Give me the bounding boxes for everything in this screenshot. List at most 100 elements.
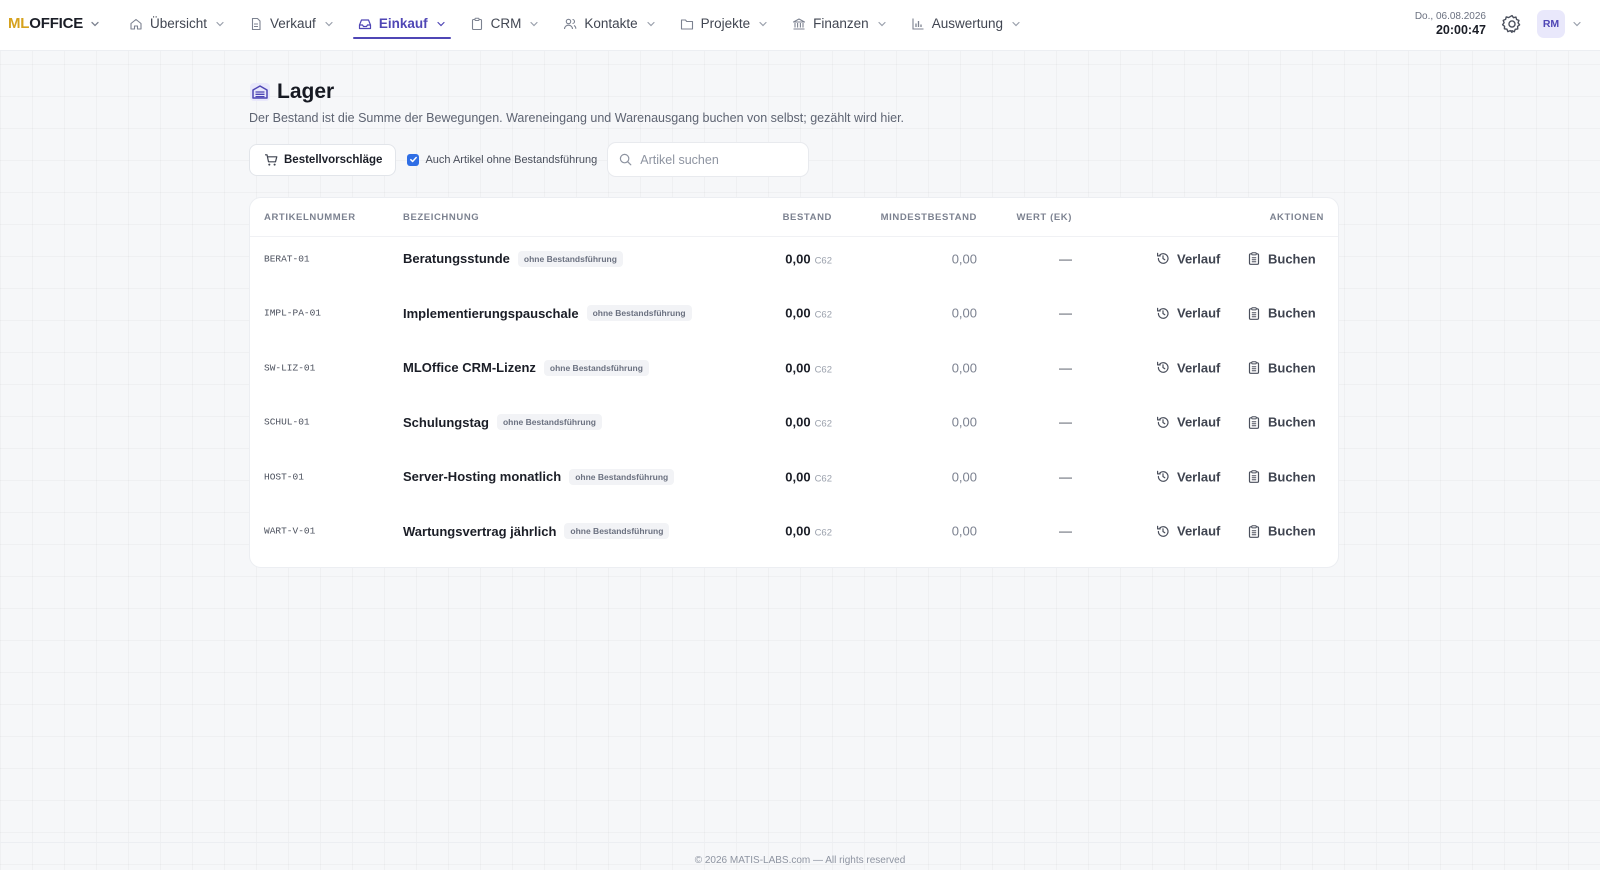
include-unstocked-toggle[interactable]: Auch Artikel ohne Bestandsführung <box>407 153 598 166</box>
bank-icon <box>792 17 806 31</box>
main-nav: Übersicht Verkauf Einkauf CRM Kontakte P… <box>128 0 1022 51</box>
nav-item-uebersicht[interactable]: Übersicht <box>128 0 226 47</box>
stock-unit: C62 <box>814 364 832 375</box>
avatar[interactable]: RM <box>1537 10 1565 38</box>
column-header-stock[interactable]: BESTAND <box>783 212 832 223</box>
book-button[interactable]: Buchen <box>1247 306 1316 321</box>
stock-unit: C62 <box>814 418 832 430</box>
unstocked-badge: ohne Bestandsführung <box>586 305 692 321</box>
min-stock-cell: 0,00 <box>951 305 977 321</box>
chevron-down-icon <box>1012 21 1020 26</box>
book-button[interactable]: Buchen <box>1247 360 1316 375</box>
article-name[interactable]: Implementierungspauschale <box>403 306 579 321</box>
users-icon <box>563 17 577 31</box>
nav-label: CRM <box>490 16 522 31</box>
book-button[interactable]: Buchen <box>1247 251 1316 266</box>
clock-time: 20:00:47 <box>1435 23 1486 37</box>
sku-cell: BERAT-01 <box>264 253 310 264</box>
stock-unit: C62 <box>814 527 832 539</box>
unstocked-badge: ohne Bestandsführung <box>543 359 649 376</box>
stock-cell: 0,00 C62 <box>785 251 832 266</box>
stock-cell: 0,00 C62 <box>785 415 832 430</box>
stock-unit: C62 <box>814 473 832 484</box>
stock-value: 0,00 <box>785 251 811 266</box>
nav-item-crm[interactable]: CRM <box>469 0 541 47</box>
footer: © 2026 MATIS-LABS.com — All rights reser… <box>0 842 1600 870</box>
nav-item-auswertung[interactable]: Auswertung <box>910 0 1022 47</box>
column-header-actions: AKTIONEN <box>1269 212 1324 223</box>
order-suggestions-button[interactable]: Bestellvorschläge <box>249 143 397 176</box>
history-label: Verlauf <box>1177 523 1221 539</box>
table-row: BERAT-01 Beratungsstunde ohne Bestandsfü… <box>250 231 1338 286</box>
history-button[interactable]: Verlauf <box>1156 251 1220 266</box>
toolbar: Bestellvorschläge Auch Artikel ohne Best… <box>249 142 810 177</box>
unstocked-badge: ohne Bestandsführung <box>496 414 602 430</box>
chevron-down-icon <box>647 21 655 26</box>
nav-item-finanzen[interactable]: Finanzen <box>791 0 888 47</box>
brand-logo[interactable]: ML OFFICE <box>8 15 100 32</box>
article-name[interactable]: Server-Hosting monatlich <box>403 469 561 484</box>
history-button[interactable]: Verlauf <box>1156 306 1220 321</box>
article-name[interactable]: MLOffice CRM-Lizenz <box>403 360 536 375</box>
chevron-down-icon <box>216 21 224 26</box>
column-header-sku[interactable]: ARTIKELNUMMER <box>264 212 356 223</box>
clipboard-icon <box>470 17 484 31</box>
nav-label: Übersicht <box>150 16 208 31</box>
book-label: Buchen <box>1268 305 1316 321</box>
search-input[interactable] <box>640 152 801 167</box>
stock-value: 0,00 <box>785 360 811 375</box>
gear-icon[interactable] <box>1501 13 1523 35</box>
history-icon <box>1156 361 1170 375</box>
include-unstocked-checkbox[interactable] <box>407 153 420 166</box>
sku-cell: HOST-01 <box>264 471 304 482</box>
document-icon <box>249 17 263 31</box>
stock-cell: 0,00 C62 <box>785 306 832 321</box>
column-header-min-stock[interactable]: MINDESTBESTAND <box>881 212 977 223</box>
book-button[interactable]: Buchen <box>1247 524 1316 539</box>
history-icon <box>1156 470 1170 484</box>
include-unstocked-label: Auch Artikel ohne Bestandsführung <box>425 153 598 166</box>
name-cell: MLOffice CRM-Lizenz ohne Bestandsführung <box>403 359 649 376</box>
article-name[interactable]: Wartungsvertrag jährlich <box>403 524 556 539</box>
chevron-down-icon <box>325 21 333 26</box>
history-button[interactable]: Verlauf <box>1156 360 1220 375</box>
min-stock-cell: 0,00 <box>951 469 977 484</box>
history-icon <box>1156 524 1170 538</box>
nav-label: Projekte <box>700 16 751 31</box>
clipboard-list-icon <box>1247 415 1261 429</box>
stock-value: 0,00 <box>785 305 811 321</box>
book-button[interactable]: Buchen <box>1247 415 1316 430</box>
article-search[interactable] <box>607 142 810 177</box>
nav-item-verkauf[interactable]: Verkauf <box>248 0 335 47</box>
name-cell: Implementierungspauschale ohne Bestandsf… <box>403 305 692 321</box>
min-stock-cell: 0,00 <box>951 360 977 375</box>
article-name[interactable]: Schulungstag <box>403 415 489 430</box>
nav-item-projekte[interactable]: Projekte <box>679 0 770 47</box>
article-name[interactable]: Beratungsstunde <box>403 251 510 266</box>
chevron-down-icon[interactable] <box>1572 19 1582 29</box>
nav-label: Kontakte <box>584 16 638 31</box>
sku-cell: SCHUL-01 <box>264 416 310 428</box>
value-cell: — <box>1059 360 1072 375</box>
value-cell: — <box>1059 523 1072 539</box>
nav-item-einkauf[interactable]: Einkauf <box>352 0 451 47</box>
history-button[interactable]: Verlauf <box>1156 469 1220 484</box>
top-navigation-bar: ML OFFICE Übersicht Verkauf Einkauf CRM K… <box>0 0 1600 51</box>
book-label: Buchen <box>1268 523 1316 539</box>
min-stock-cell: 0,00 <box>951 523 977 539</box>
value-cell: — <box>1059 469 1072 484</box>
inbox-icon <box>358 17 372 31</box>
clipboard-list-icon <box>1247 524 1261 538</box>
history-label: Verlauf <box>1177 305 1221 321</box>
sku-cell: WART-V-01 <box>264 525 316 537</box>
min-stock-cell: 0,00 <box>951 414 977 430</box>
history-button[interactable]: Verlauf <box>1156 415 1220 430</box>
min-stock-cell: 0,00 <box>951 251 977 266</box>
book-button[interactable]: Buchen <box>1247 469 1316 484</box>
page-header: Lager <box>249 80 334 104</box>
stock-value: 0,00 <box>785 469 811 484</box>
column-header-name[interactable]: BEZEICHNUNG <box>403 212 479 223</box>
column-header-value[interactable]: WERT (EK) <box>1016 212 1072 223</box>
nav-item-kontakte[interactable]: Kontakte <box>562 0 656 47</box>
history-button[interactable]: Verlauf <box>1156 524 1220 539</box>
